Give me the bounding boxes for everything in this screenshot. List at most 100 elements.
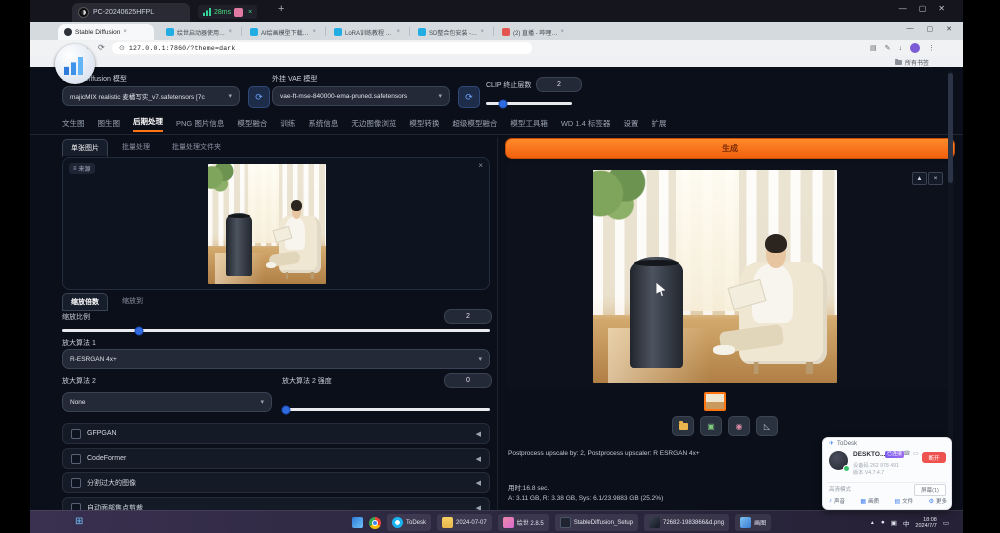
clock[interactable]: 18:08 2024/7/7: [915, 517, 936, 529]
profile-avatar[interactable]: [910, 43, 920, 53]
maximize-button[interactable]: ▢: [927, 25, 934, 33]
address-bar[interactable]: ⊙ 127.0.0.1:7860/?theme=dark: [112, 42, 532, 54]
scale-slider[interactable]: [62, 329, 490, 332]
reading-list-icon[interactable]: ▤: [870, 44, 877, 52]
close-button[interactable]: ✕: [938, 4, 945, 13]
extension-icon[interactable]: ✎: [885, 44, 891, 52]
notification-icon[interactable]: ▭: [943, 519, 949, 527]
ime-indicator[interactable]: 中: [903, 518, 910, 528]
tab-txt2img[interactable]: 文生图: [62, 118, 85, 132]
gallery-close-button[interactable]: ×: [928, 172, 943, 185]
tab-extras[interactable]: 后期处理: [133, 116, 163, 132]
gallery-thumbnail[interactable]: [704, 392, 726, 411]
gallery-expand-button[interactable]: ▲: [912, 172, 927, 185]
resize-by-tab[interactable]: 缩放倍数: [62, 293, 108, 311]
taskbar-item-launcher[interactable]: 绘世 2.8.5: [498, 514, 549, 531]
taskbar-item-paint[interactable]: 画图: [735, 514, 771, 531]
result-image[interactable]: [593, 170, 837, 383]
tab-close-icon[interactable]: ×: [396, 29, 400, 35]
tab-settings[interactable]: 设置: [623, 118, 638, 132]
remote-session-tab[interactable]: PC-20240625HFPL: [72, 3, 190, 22]
slider-handle[interactable]: [499, 99, 508, 108]
upscaler1-dropdown[interactable]: R-ESRGAN 4x+ ▾: [62, 349, 490, 369]
accordion-codeformer[interactable]: CodeFormer ◀: [62, 448, 490, 469]
minimize-button[interactable]: —: [907, 25, 914, 33]
upscaler2-visibility-value[interactable]: 0: [444, 373, 492, 388]
checkbox[interactable]: [71, 503, 81, 511]
close-button[interactable]: ✕: [946, 25, 952, 33]
new-session-button[interactable]: +: [278, 3, 284, 15]
screenshot-icon[interactable]: [234, 8, 243, 17]
send-to-extras-button[interactable]: ◺: [756, 416, 778, 436]
file-transfer-tool[interactable]: ▤ 文件: [894, 497, 913, 505]
quality-tool[interactable]: ▦ 画质: [860, 497, 879, 505]
start-tile-icon[interactable]: [352, 517, 363, 528]
maximize-button[interactable]: ▢: [919, 4, 927, 13]
reload-icon[interactable]: ⟳: [98, 43, 105, 52]
checkbox[interactable]: [71, 429, 81, 439]
clip-skip-slider[interactable]: [486, 102, 572, 105]
network-icon[interactable]: ▣: [891, 519, 897, 527]
vae-dropdown[interactable]: vae-ft-mse-840000-ema-pruned.safetensors…: [272, 86, 450, 106]
slider-handle[interactable]: [282, 405, 291, 414]
browser-tab[interactable]: LoRA训练教程 - 哔哩哔哩 ×: [328, 24, 406, 40]
more-tool[interactable]: ⚙ 更多: [929, 497, 947, 505]
tab-model-toolkit[interactable]: 模型工具箱: [510, 118, 548, 132]
source-image-dropzone[interactable]: ≡ 来源 ×: [62, 157, 490, 290]
save-button[interactable]: ▣: [700, 416, 722, 436]
minimize-button[interactable]: —: [899, 4, 907, 13]
refresh-sd-model-button[interactable]: ⟳: [248, 86, 270, 108]
upscaler2-visibility-slider[interactable]: [282, 408, 490, 411]
tab-extensions[interactable]: 扩展: [651, 118, 666, 132]
tab-png-info[interactable]: PNG 图片信息: [176, 118, 224, 132]
menu-kebab-icon[interactable]: ⋮: [928, 44, 935, 52]
accordion-auto-face-crop[interactable]: 自动面部焦点剪裁 ◀: [62, 497, 490, 510]
tab-model-converter[interactable]: 模型转换: [409, 118, 439, 132]
checkbox[interactable]: [71, 454, 81, 464]
tab-close-icon[interactable]: ×: [228, 29, 232, 35]
volume-icon[interactable]: ●: [881, 519, 885, 526]
screen-view-icon[interactable]: ▭: [913, 450, 919, 457]
subtab-batch-process[interactable]: 批量处理: [114, 139, 158, 157]
tab-img2img[interactable]: 图生图: [98, 118, 121, 132]
slider-handle[interactable]: [135, 326, 144, 335]
tab-close-icon[interactable]: ×: [312, 29, 316, 35]
palette-button[interactable]: ◉: [728, 416, 750, 436]
generate-button[interactable]: 生成: [505, 138, 955, 159]
taskbar-item-png-viewer[interactable]: 72682-1983866&d.png: [644, 514, 729, 531]
accordion-gfpgan[interactable]: GFPGAN ◀: [62, 423, 490, 444]
browser-tab[interactable]: SD整合包安装 - 哔哩哔哩 ×: [412, 24, 490, 40]
subtab-batch-folder[interactable]: 批量处理文件夹: [164, 139, 229, 157]
taskbar-item-sd-console[interactable]: StableDiffusion_Setup: [555, 514, 638, 531]
taskbar-item-folder[interactable]: 2024-07-07: [437, 514, 492, 531]
upscaler2-dropdown[interactable]: None ▾: [62, 392, 272, 412]
browser-tab[interactable]: 绘世启动器使用教程 - 哔哩哔哩 ×: [160, 24, 238, 40]
taskbar-item-todesk[interactable]: ToDesk: [387, 514, 431, 531]
start-button[interactable]: ⊞: [75, 516, 83, 527]
voice-call-icon[interactable]: ☎: [903, 450, 910, 457]
tab-close-icon[interactable]: ×: [480, 29, 484, 35]
resize-to-tab[interactable]: 缩放到: [118, 293, 147, 311]
refresh-vae-button[interactable]: ⟳: [458, 86, 480, 108]
open-folder-button[interactable]: [672, 416, 694, 436]
browser-tab[interactable]: AI绘画模型下载 - 哔哩哔哩 ×: [244, 24, 322, 40]
tab-close-icon[interactable]: ×: [123, 29, 127, 35]
tray-chevron-icon[interactable]: ▲: [870, 520, 875, 526]
chrome-taskbar-icon[interactable]: [369, 517, 381, 529]
site-info-icon[interactable]: ⊙: [119, 44, 125, 52]
all-bookmarks-button[interactable]: 所有书签: [895, 58, 929, 67]
tab-system-info[interactable]: 系统信息: [308, 118, 338, 132]
tab-image-browser[interactable]: 无边图像浏览: [351, 118, 396, 132]
tab-super-merger[interactable]: 超级模型融合: [452, 118, 497, 132]
scale-value[interactable]: 2: [444, 309, 492, 324]
clear-image-icon[interactable]: ×: [478, 161, 483, 170]
checkbox[interactable]: [71, 478, 81, 488]
clip-skip-value[interactable]: 2: [536, 77, 582, 92]
close-session-icon[interactable]: ×: [248, 9, 252, 16]
download-icon[interactable]: ↓: [899, 45, 903, 52]
scrollbar-thumb[interactable]: [948, 73, 953, 183]
tab-checkpoint-merger[interactable]: 模型融合: [237, 118, 267, 132]
sd-model-dropdown[interactable]: majicMIX realistic 麦橘写实_v7.safetensors […: [62, 86, 240, 106]
sound-tool[interactable]: ♪ 声音: [829, 497, 845, 505]
screen-select-button[interactable]: 屏幕(1): [914, 484, 946, 496]
